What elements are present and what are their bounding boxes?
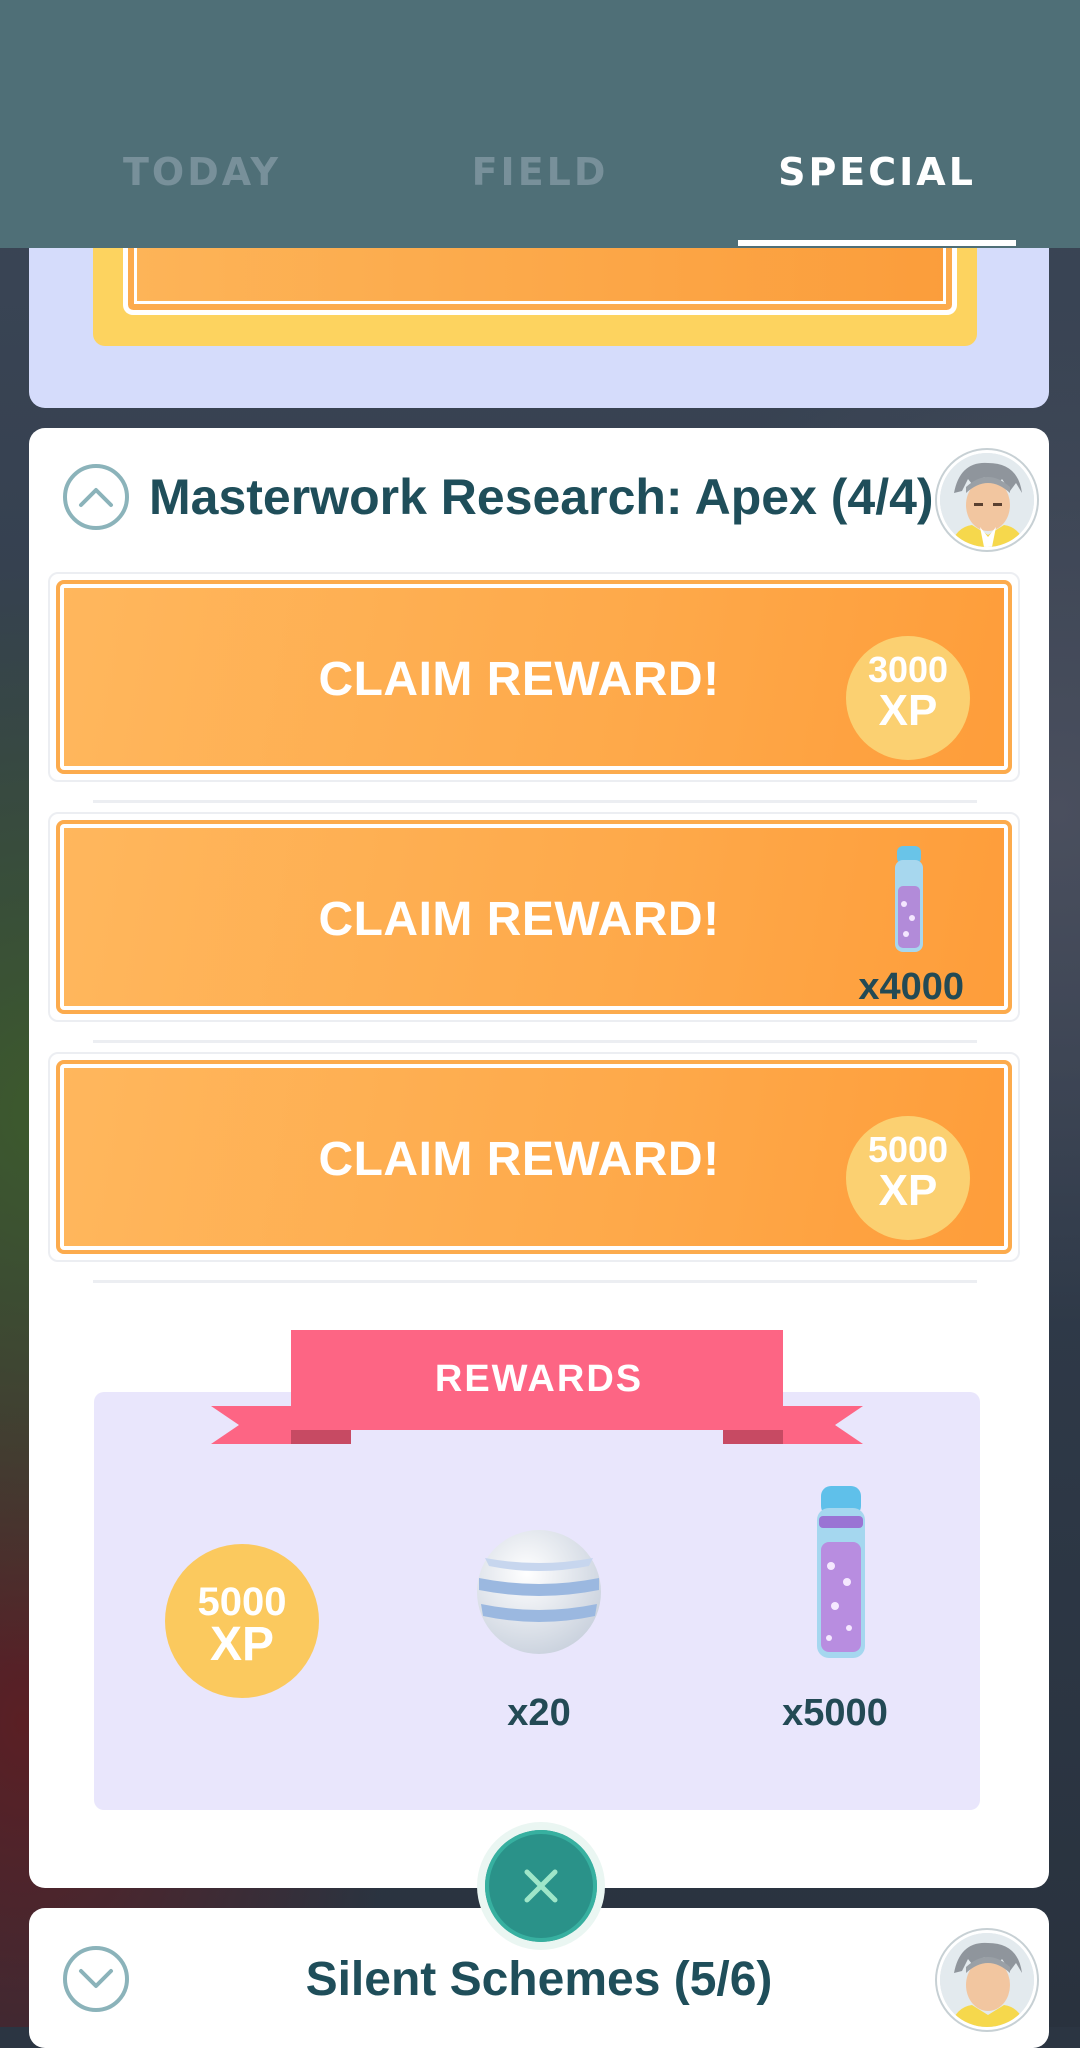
professor-avatar [937,1930,1037,2030]
task-divider [93,1040,977,1043]
poke-ball-icon [477,1530,601,1654]
collapse-button[interactable] [63,464,129,530]
rewards-heading: REWARDS [434,1358,644,1400]
xp-unit: XP [878,1166,938,1215]
xp-amount: 5000 [197,1580,287,1624]
stardust-count: x5000 [782,1692,888,1734]
stardust-icon [895,846,923,952]
tab-special[interactable]: SPECIAL [727,150,1027,194]
chevron-up-icon [79,488,113,507]
claim-reward-label: CLAIM REWARD! [318,893,720,946]
previous-research-card [29,230,1049,408]
xp-final-reward: 5000 XP [165,1544,319,1698]
claim-reward-button-2[interactable]: CLAIM REWARD! x4000 [56,820,1012,1014]
xp-unit: XP [209,1618,275,1671]
research-tab-bar: TODAY FIELD SPECIAL [0,0,1080,248]
xp-reward-badge: 3000 XP [846,636,970,760]
active-tab-indicator [738,240,1016,246]
claim-reward-button-1[interactable]: CLAIM REWARD! 3000 XP [56,580,1012,774]
tab-today[interactable]: TODAY [52,150,352,194]
xp-unit: XP [878,686,938,735]
xp-reward-badge: 5000 XP [846,1116,970,1240]
research-title: Masterwork Research: Apex (4/4) [149,469,934,525]
task-divider [93,1280,977,1283]
close-button[interactable] [477,1822,605,1950]
task-divider [93,800,977,803]
rewards-ribbon [211,1330,863,1444]
close-icon [524,1869,558,1903]
stardust-count: x4000 [858,966,964,1008]
research-card-masterwork: Masterwork Research: Apex (4/4) CLAIM RE… [29,428,1049,1888]
xp-amount: 5000 [867,1129,949,1170]
stardust-icon [817,1486,865,1658]
research-task-3: CLAIM REWARD! 5000 XP [48,1052,1020,1262]
research-task-1: CLAIM REWARD! 3000 XP [48,572,1020,782]
research-task-2: CLAIM REWARD! x4000 [48,812,1020,1022]
xp-amount: 3000 [867,649,949,690]
claim-reward-button-3[interactable]: CLAIM REWARD! 5000 XP [56,1060,1012,1254]
tab-field[interactable]: FIELD [390,150,690,194]
research-title: Silent Schemes (5/6) [305,1953,773,2006]
professor-avatar [937,450,1037,550]
poke-ball-count: x20 [507,1692,571,1734]
